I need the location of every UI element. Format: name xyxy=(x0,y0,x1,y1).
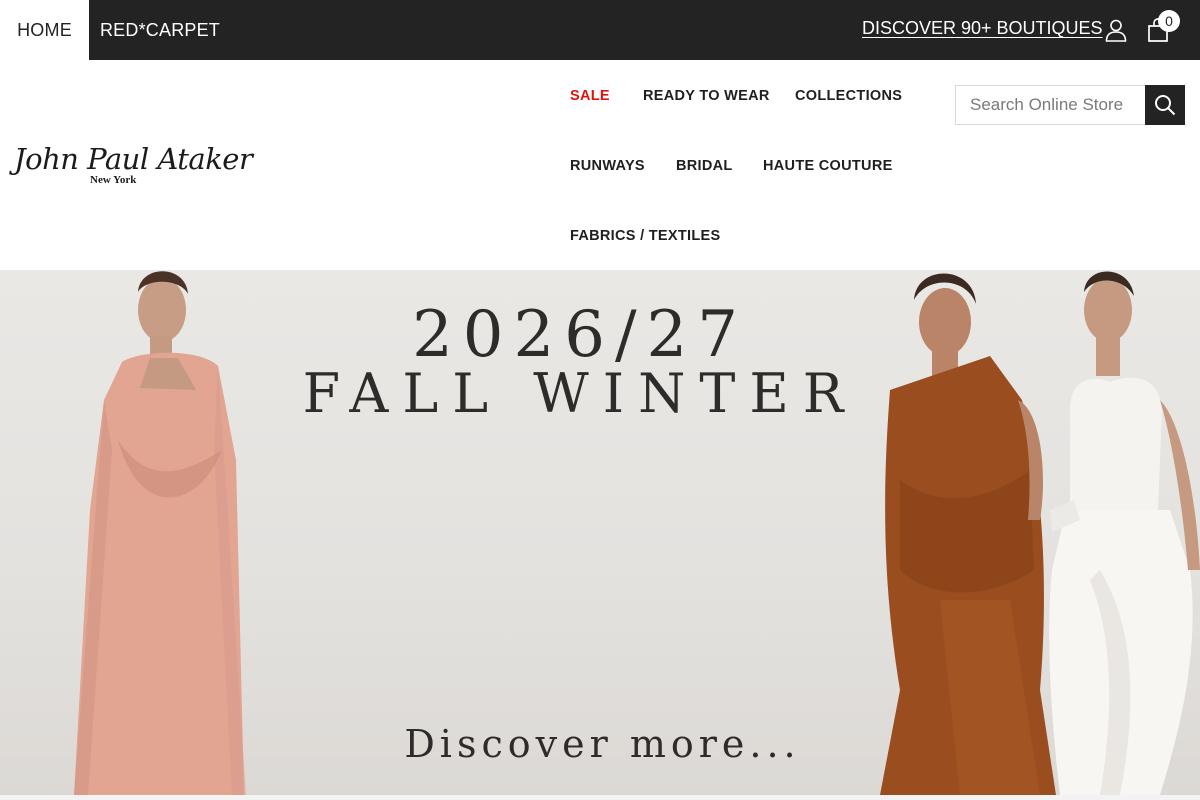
nav-ready-to-wear[interactable]: READY TO WEAR xyxy=(643,88,770,104)
top-bar: HOME RED*CARPET DISCOVER 90+ BOUTIQUES 0 xyxy=(0,0,1200,60)
nav-haute-couture[interactable]: HAUTE COUTURE xyxy=(763,158,893,174)
tab-home[interactable]: HOME xyxy=(0,0,89,60)
nav-runways[interactable]: RUNWAYS xyxy=(570,158,645,174)
nav-fabrics-textiles[interactable]: FABRICS / TEXTILES xyxy=(570,228,720,244)
user-icon[interactable] xyxy=(1104,18,1128,42)
brand-location: New York xyxy=(90,174,137,186)
brand-name: John Paul Ataker xyxy=(14,142,253,176)
section-divider xyxy=(0,795,1200,800)
hero-discover-more[interactable]: Discover more... xyxy=(0,722,1200,766)
search-input[interactable] xyxy=(956,86,1145,124)
nav-sale[interactable]: SALE xyxy=(570,88,610,104)
brand-logo[interactable]: John Paul Ataker New York xyxy=(14,142,253,192)
hero-season: FALL WINTER xyxy=(302,362,858,425)
search-button[interactable] xyxy=(1145,85,1185,125)
discover-boutiques-link[interactable]: DISCOVER 90+ BOUTIQUES xyxy=(862,18,1103,39)
tab-red-carpet[interactable]: RED*CARPET xyxy=(89,0,231,60)
cart-count-badge: 0 xyxy=(1158,10,1180,32)
search-box xyxy=(955,85,1145,125)
hero-year: 2026/27 xyxy=(412,298,748,372)
nav-bridal[interactable]: BRIDAL xyxy=(676,158,733,174)
search-icon xyxy=(1155,95,1176,116)
nav-collections[interactable]: COLLECTIONS xyxy=(795,88,902,104)
hero-banner[interactable]: 2026/27 FALL WINTER Discover more... xyxy=(0,270,1200,795)
